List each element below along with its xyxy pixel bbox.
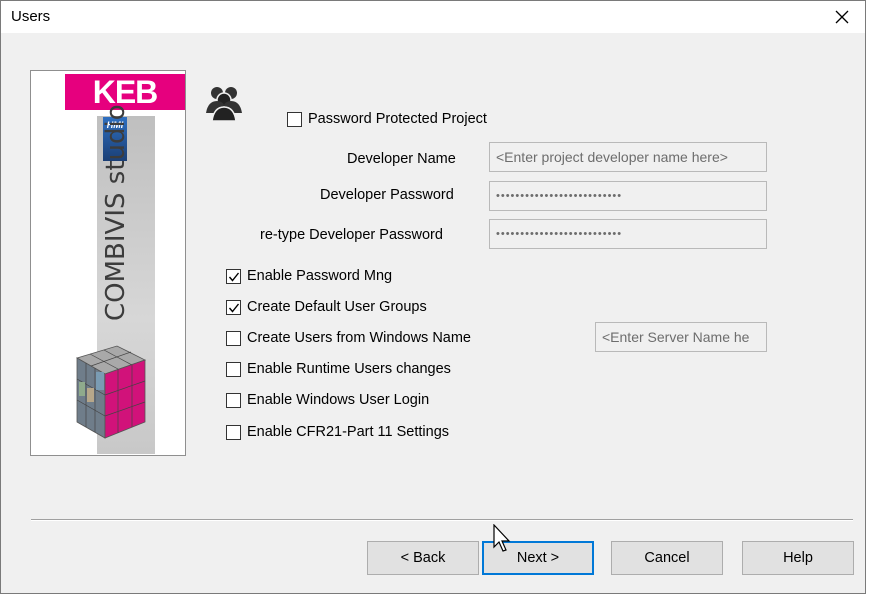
enable-password-mng-checkbox[interactable]	[226, 269, 241, 284]
option-label: Enable Runtime Users changes	[247, 361, 451, 377]
developer-password-label: Developer Password	[320, 187, 454, 203]
server-name-input[interactable]: <Enter Server Name he	[595, 322, 767, 352]
checkmark-icon	[228, 303, 240, 313]
option-label: Enable Password Mng	[247, 268, 393, 284]
title-bar: Users	[1, 1, 865, 33]
close-button[interactable]	[819, 1, 865, 33]
developer-name-label: Developer Name	[347, 151, 456, 167]
enable-windows-login-checkbox[interactable]	[226, 393, 241, 408]
window-title: Users	[11, 8, 51, 25]
checkmark-icon	[228, 272, 240, 282]
users-group-icon	[204, 83, 244, 128]
option-label: Enable CFR21-Part 11 Settings	[247, 424, 450, 440]
option-label: Enable Windows User Login	[247, 392, 430, 408]
back-button[interactable]: < Back	[367, 541, 479, 575]
product-name: COMBIVIS studio	[101, 104, 131, 321]
retype-password-label: re-type Developer Password	[260, 227, 443, 243]
close-icon	[835, 10, 849, 24]
option-label: Create Users from Windows Name	[247, 330, 471, 346]
option-label: Create Default User Groups	[247, 299, 427, 315]
create-users-windows-checkbox[interactable]	[226, 331, 241, 346]
logo-panel: KEB HMI COMBIVIS studio	[30, 70, 186, 456]
button-separator	[31, 519, 853, 521]
create-default-groups-checkbox[interactable]	[226, 300, 241, 315]
mouse-cursor-icon	[493, 523, 513, 559]
dialog-client: KEB HMI COMBIVIS studio Password Protect…	[1, 53, 865, 593]
help-button[interactable]: Help	[742, 541, 854, 575]
password-protected-label: Password Protected Project	[308, 111, 487, 127]
cancel-button[interactable]: Cancel	[611, 541, 723, 575]
enable-runtime-changes-checkbox[interactable]	[226, 362, 241, 377]
cube-logo-icon	[57, 338, 147, 453]
developer-password-input[interactable]: ••••••••••••••••••••••••••	[489, 181, 767, 211]
developer-name-input[interactable]: <Enter project developer name here>	[489, 142, 767, 172]
retype-password-input[interactable]: ••••••••••••••••••••••••••	[489, 219, 767, 249]
users-dialog: Users KEB HMI COMBIVIS studio Password P…	[0, 0, 866, 594]
enable-cfr21-checkbox[interactable]	[226, 425, 241, 440]
password-protected-checkbox[interactable]	[287, 112, 302, 127]
